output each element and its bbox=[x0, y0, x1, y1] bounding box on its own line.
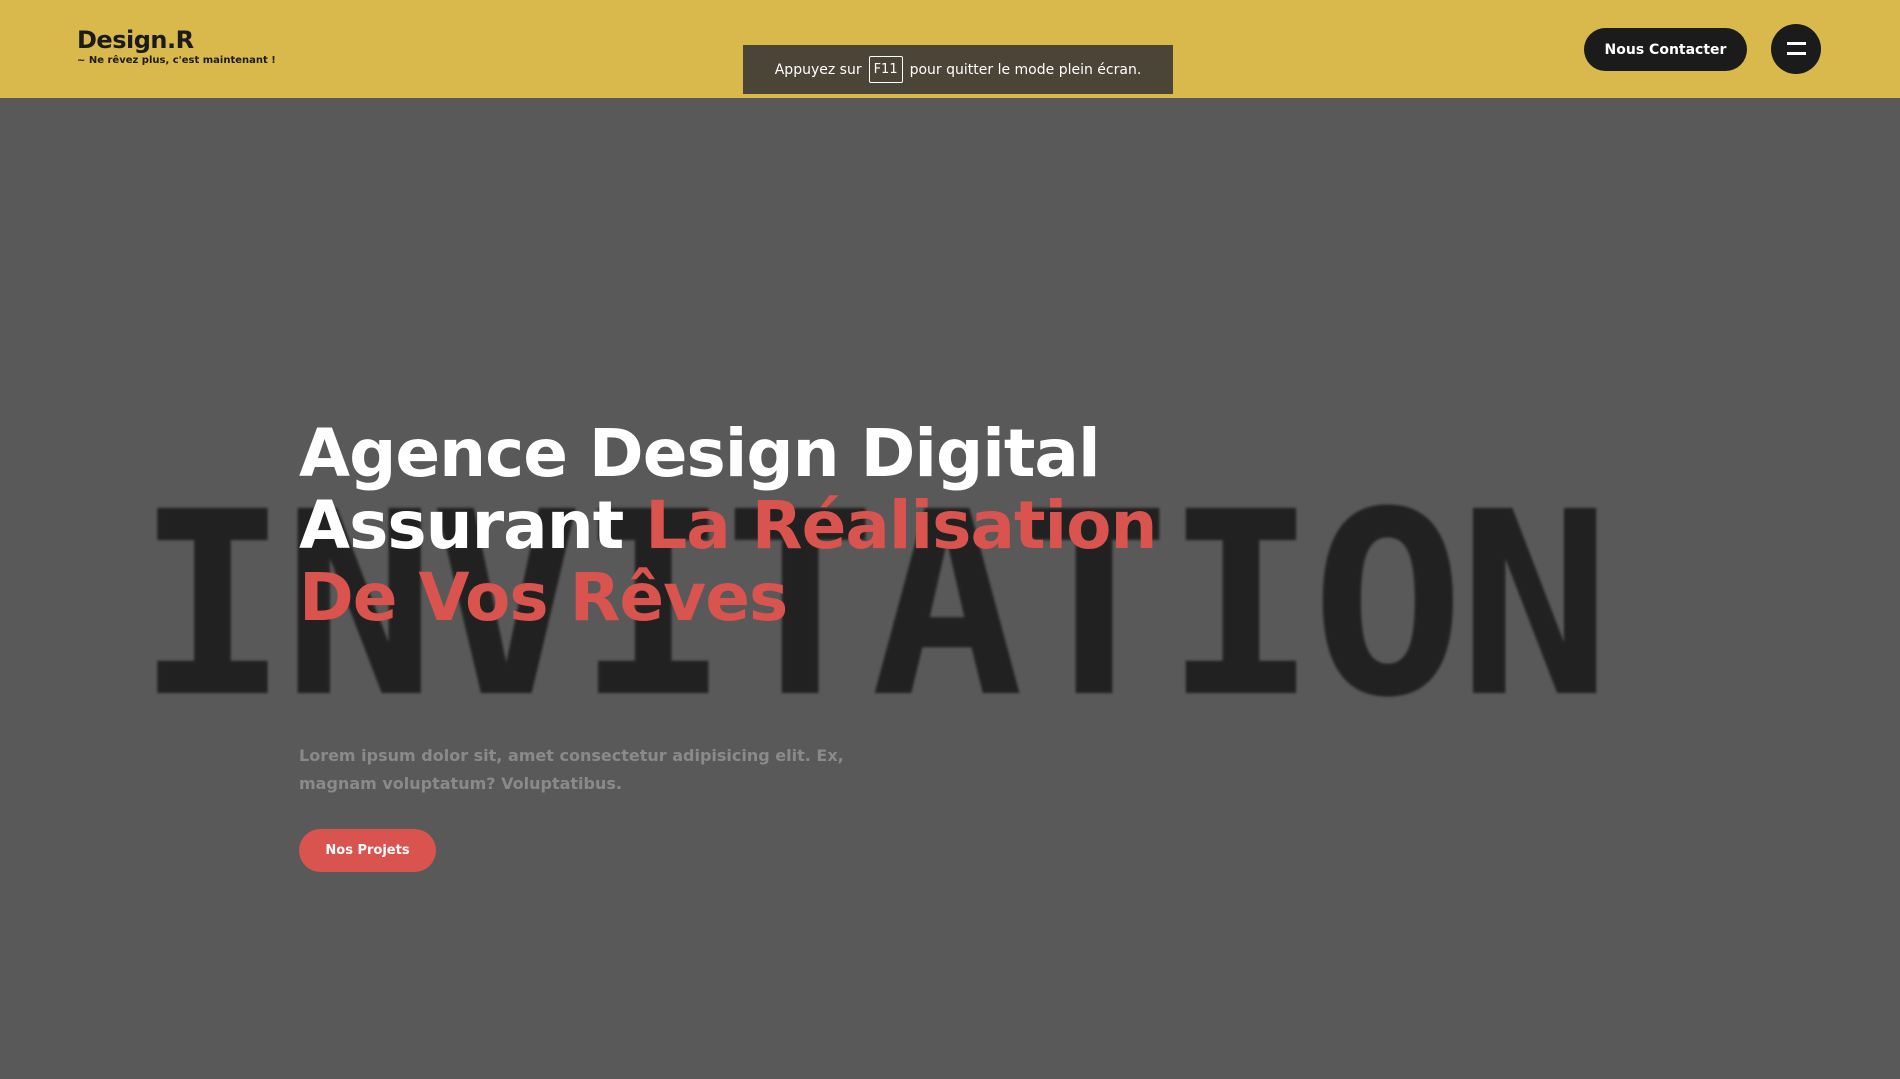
logo[interactable]: Design.R ~ Ne rêvez plus, c'est maintena… bbox=[77, 26, 276, 66]
page: Design.R ~ Ne rêvez plus, c'est maintena… bbox=[0, 0, 1900, 1079]
menu-button[interactable] bbox=[1771, 24, 1821, 74]
fullscreen-notice-prefix: Appuyez sur bbox=[774, 61, 862, 78]
fullscreen-notice: Appuyez sur F11 pour quitter le mode ple… bbox=[743, 45, 1173, 94]
fullscreen-notice-suffix: pour quitter le mode plein écran. bbox=[909, 61, 1142, 78]
f11-key: F11 bbox=[868, 56, 903, 83]
logo-tagline: ~ Ne rêvez plus, c'est maintenant ! bbox=[77, 55, 276, 66]
logo-title: Design.R bbox=[77, 26, 194, 54]
projects-button[interactable]: Nos Projets bbox=[299, 829, 436, 872]
hero-headline: Agence Design Digital Assurant La Réalis… bbox=[299, 418, 1199, 634]
contact-button[interactable]: Nous Contacter bbox=[1584, 28, 1747, 71]
hero-lead: Lorem ipsum dolor sit, amet consectetur … bbox=[299, 746, 844, 793]
